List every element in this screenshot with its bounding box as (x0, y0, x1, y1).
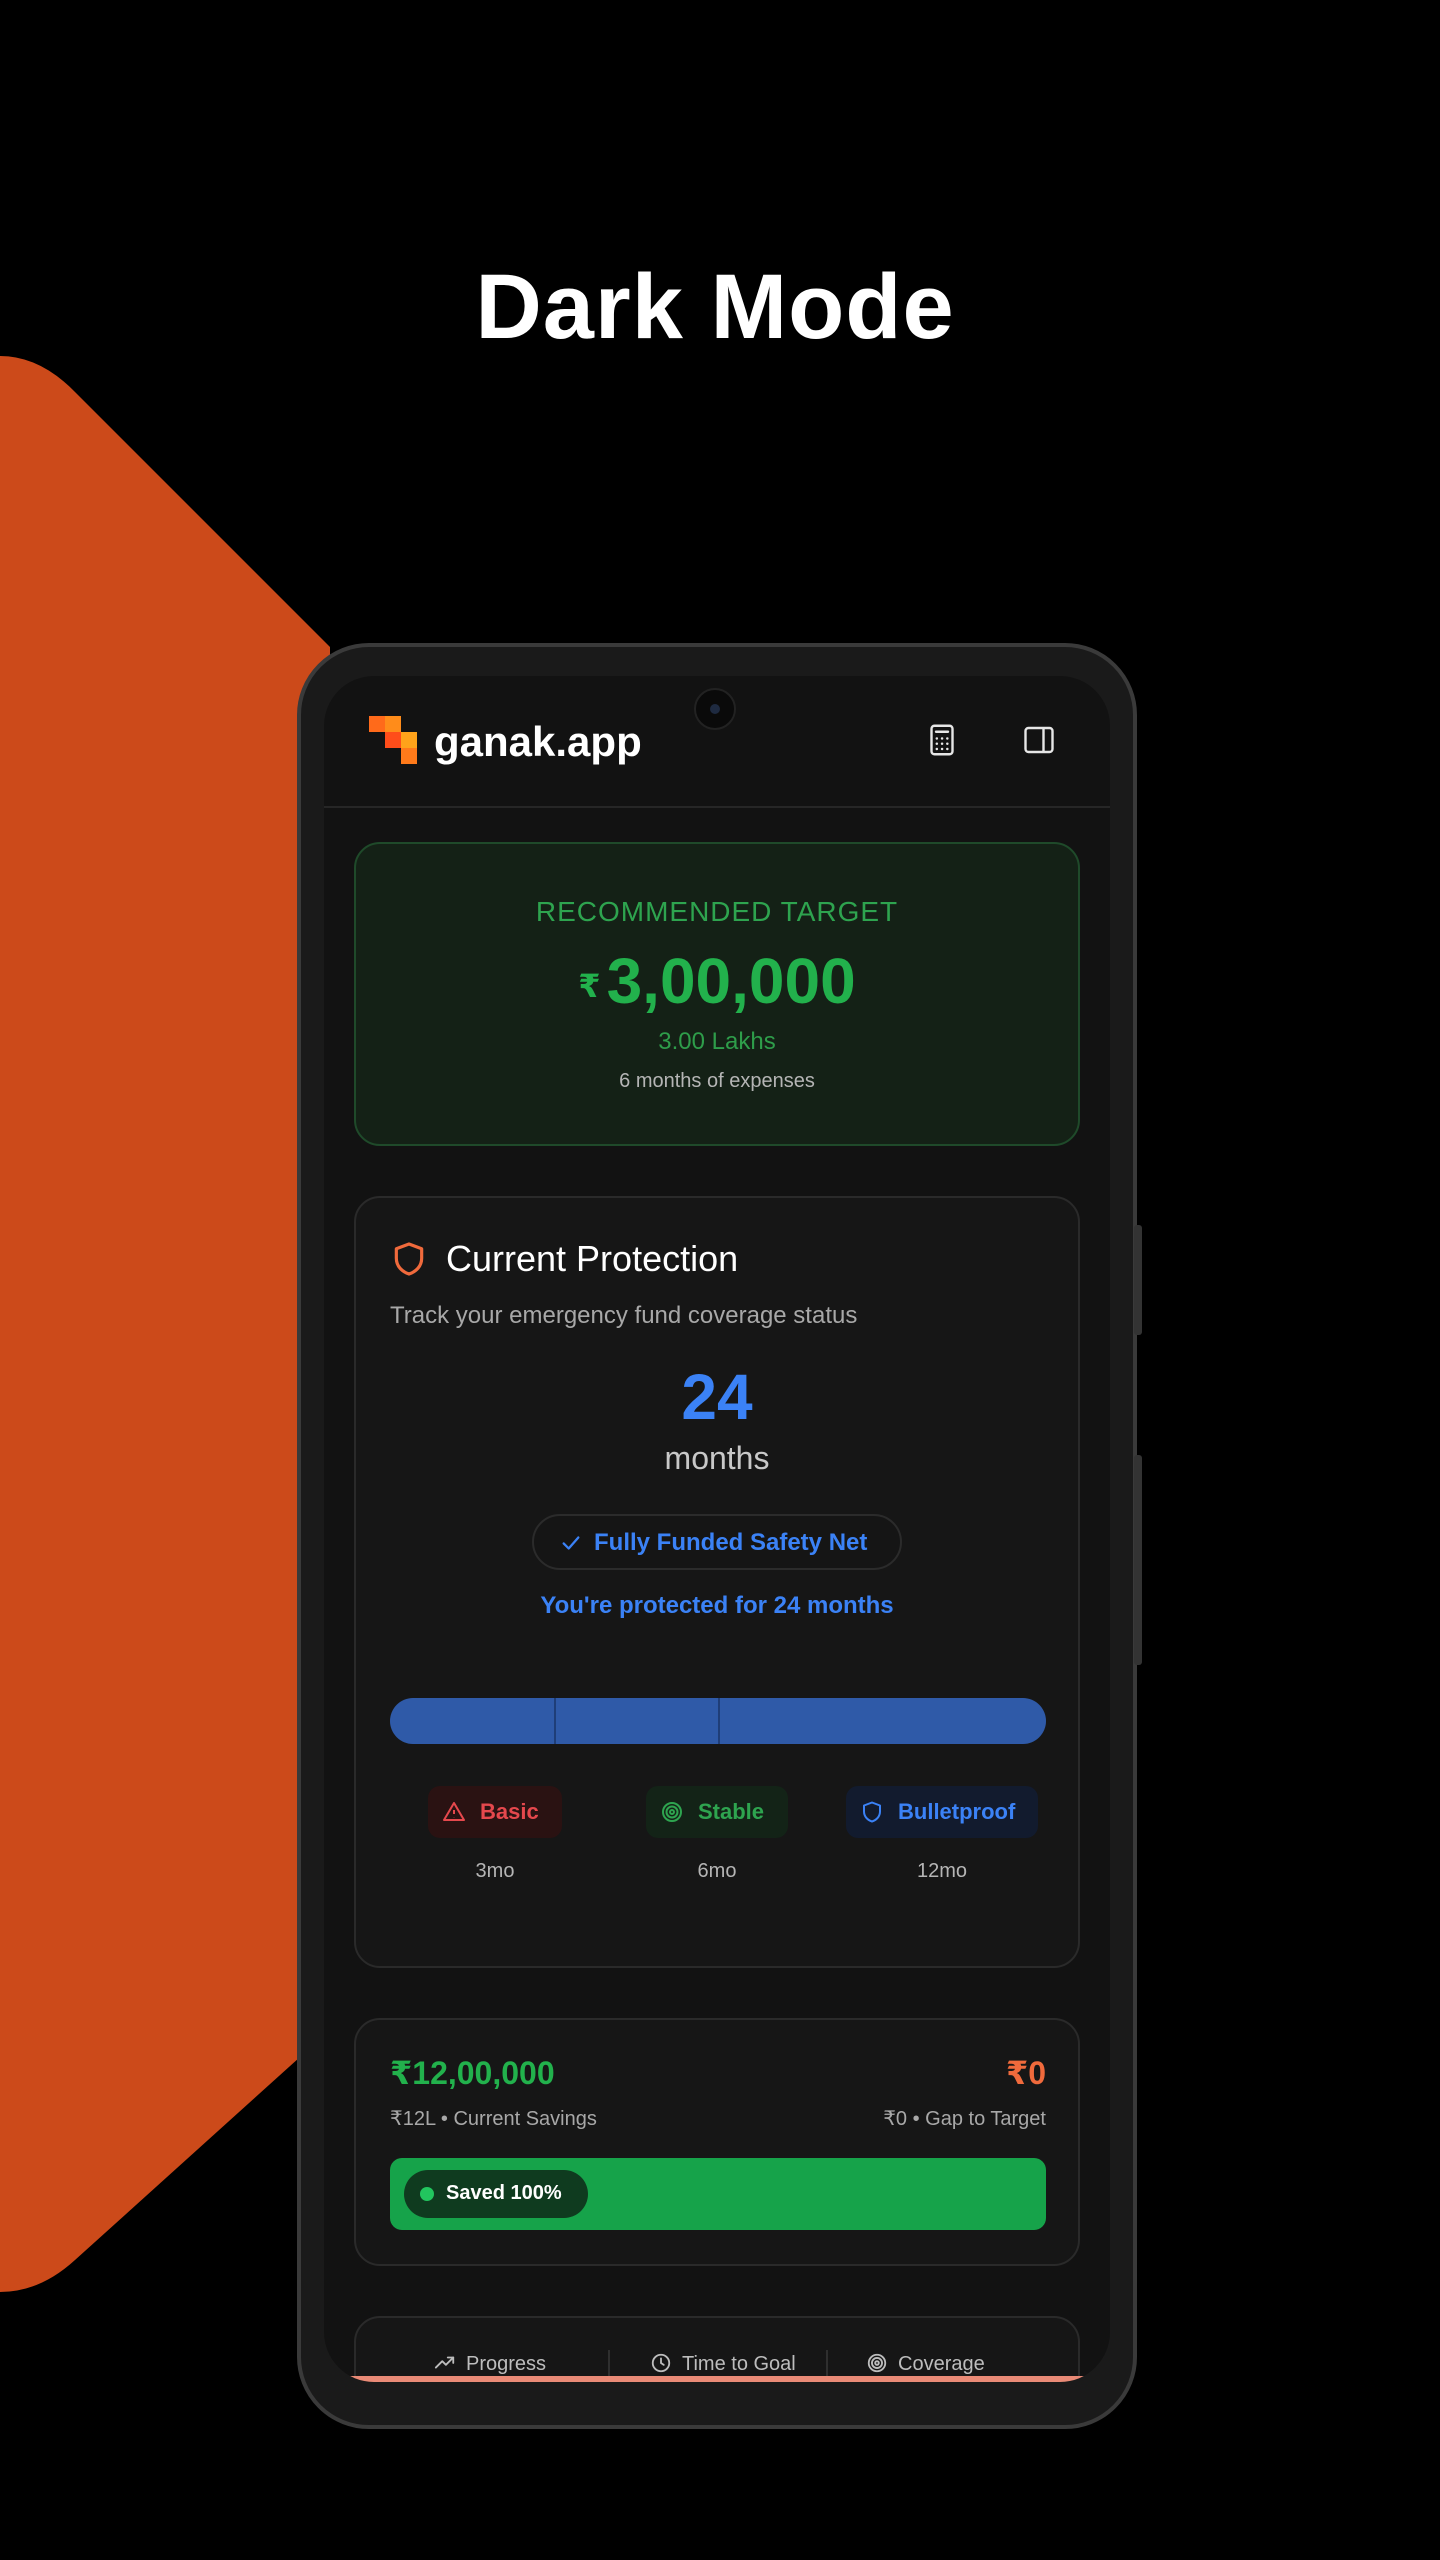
tab-label: Progress (466, 2353, 547, 2375)
sidebar-toggle-icon[interactable] (1021, 722, 1057, 758)
current-savings-amount: ₹12,00,000 (390, 2055, 555, 2091)
main-content: RECOMMENDED TARGET ₹3,00,000 3.00 Lakhs … (354, 842, 1080, 2382)
tier-label: Bulletproof (898, 1799, 1016, 1824)
protection-title: Current Protection (446, 1238, 739, 1279)
tab-coverage[interactable]: Coverage (866, 2352, 985, 2376)
saved-badge: Saved 100% (404, 2170, 588, 2218)
tier-badge-basic[interactable]: Basic (428, 1786, 562, 1838)
headline: Dark Mode (475, 256, 955, 358)
status-dot (420, 2187, 434, 2201)
trending-up-icon (434, 2356, 455, 2369)
current-savings-label: ₹12L • Current Savings (390, 2108, 597, 2130)
protected-text: You're protected for 24 months (540, 1592, 894, 1619)
savings-card: ₹12,00,000 ₹12L • Current Savings ₹0 ₹0 … (354, 2018, 1080, 2266)
tab-label: Coverage (898, 2353, 985, 2375)
saved-badge-text: Saved 100% (446, 2182, 562, 2204)
recommended-target-card: RECOMMENDED TARGET ₹3,00,000 3.00 Lakhs … (354, 842, 1080, 1146)
target-amount-value: 3,00,000 (606, 945, 856, 1017)
clock-icon (651, 2353, 671, 2373)
tier-badge-stable[interactable]: Stable (646, 1786, 788, 1838)
app-bar: ganak.app (324, 676, 1110, 808)
status-badge-text: Fully Funded Safety Net (594, 1529, 868, 1556)
gap-label: ₹0 • Gap to Target (883, 2108, 1046, 2130)
shield-icon (863, 1801, 881, 1823)
phone-button (1134, 1225, 1142, 1335)
current-protection-card: Current Protection Track your emergency … (354, 1196, 1080, 1968)
target-note: 6 months of expenses (619, 1070, 815, 1092)
status-badge: Fully Funded Safety Net (532, 1514, 902, 1570)
tab-time-to-goal[interactable]: Time to Goal (650, 2352, 796, 2376)
tier-label: Stable (698, 1799, 765, 1824)
target-label: RECOMMENDED TARGET (535, 896, 899, 927)
tier-months: 6mo (697, 1860, 737, 1882)
calculator-icon[interactable] (924, 722, 960, 758)
tier-label: Basic (480, 1799, 539, 1824)
front-camera (694, 688, 736, 730)
tier-months: 12mo (916, 1860, 968, 1882)
target-icon (867, 2353, 887, 2373)
bottom-accent-line (324, 2376, 1110, 2382)
tier-badge-bulletproof[interactable]: Bulletproof (846, 1786, 1038, 1838)
bar-divider (718, 1698, 720, 1744)
check-icon (562, 1536, 580, 1550)
brand-name: ganak.app (434, 718, 642, 765)
target-icon (662, 1802, 682, 1822)
months-value: 24 (681, 1361, 753, 1433)
currency-symbol: ₹ (578, 968, 601, 1005)
target-lakhs: 3.00 Lakhs (658, 1028, 776, 1055)
tab-label: Time to Goal (682, 2353, 796, 2375)
phone-button (1134, 1455, 1142, 1665)
months-label: months (664, 1440, 770, 1476)
coverage-progress-bar (390, 1698, 1046, 1744)
protection-subtitle: Track your emergency fund coverage statu… (390, 1302, 858, 1329)
savings-progress-bar: Saved 100% (390, 2158, 1046, 2230)
tier-months: 3mo (475, 1860, 515, 1882)
bar-divider (554, 1698, 556, 1744)
tab-progress[interactable]: Progress (434, 2352, 546, 2376)
shield-icon (394, 1242, 424, 1276)
phone-screen: ganak.app RECOMMENDED TARGET ₹3,00,000 3… (324, 676, 1110, 2382)
metrics-tabs: Progress Time to Goal Coverage (354, 2316, 1080, 2382)
target-amount: ₹3,00,000 (356, 944, 1078, 1018)
warning-icon (443, 1802, 465, 1821)
ganak-logo-icon (369, 716, 419, 766)
gap-amount: ₹0 (1005, 2055, 1046, 2091)
